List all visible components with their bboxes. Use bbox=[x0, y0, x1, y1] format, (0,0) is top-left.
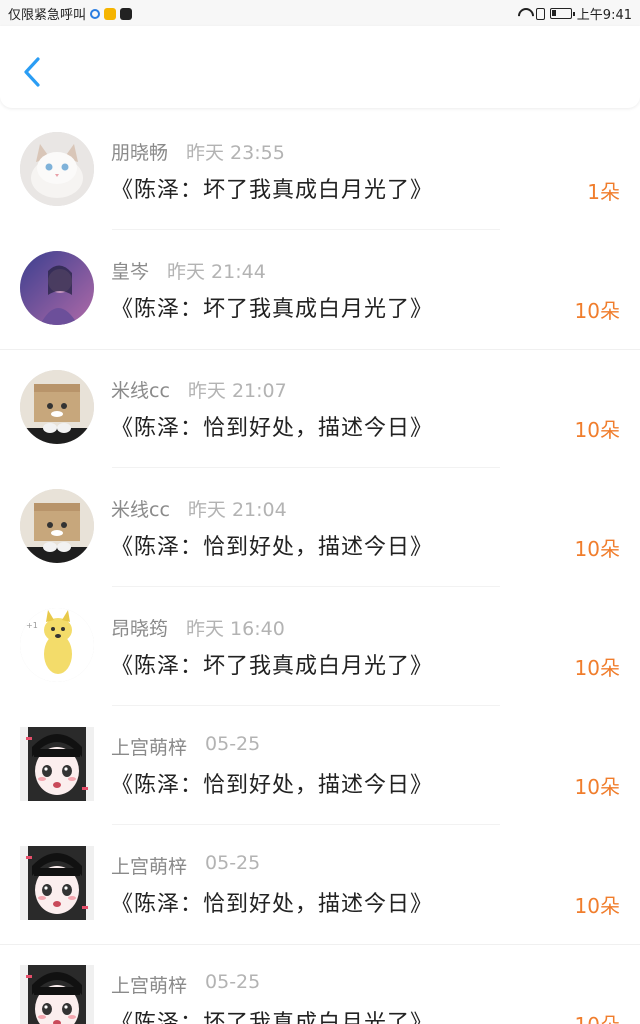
avatar[interactable] bbox=[20, 251, 94, 325]
gift-record-list: 朋晓畅 昨天 23:55 《陈泽：坏了我真成白月光了》 1朵皇岑 昨天 21:44 《陈泽… bbox=[0, 112, 640, 1024]
timestamp: 昨天 23:55 bbox=[186, 142, 285, 164]
timestamp: 昨天 21:44 bbox=[167, 261, 266, 283]
item-title[interactable]: 《陈泽：坏了我真成白月光了》 bbox=[111, 291, 433, 323]
item-title[interactable]: 《陈泽：恰到好处，描述今日》 bbox=[111, 886, 433, 918]
item-meta: 皇岑 昨天 21:44 bbox=[111, 257, 266, 284]
user-name[interactable]: 上宫萌梓 bbox=[111, 852, 187, 879]
item-meta: 上宫萌梓 05-25 bbox=[111, 971, 260, 998]
header bbox=[0, 26, 640, 108]
avatar[interactable] bbox=[20, 846, 94, 920]
flower-count: 10朵 bbox=[574, 775, 620, 799]
flower-count: 10朵 bbox=[574, 299, 620, 323]
item-meta: 上宫萌梓 05-25 bbox=[111, 852, 260, 879]
timestamp: 昨天 16:40 bbox=[186, 618, 285, 640]
app-notification-icon bbox=[120, 7, 133, 20]
timestamp: 05-25 bbox=[205, 733, 261, 755]
list-item[interactable]: 皇岑 昨天 21:44 《陈泽：坏了我真成白月光了》 10朵 bbox=[0, 231, 640, 350]
item-title[interactable]: 《陈泽：坏了我真成白月光了》 bbox=[111, 172, 433, 204]
user-name[interactable]: 米线cc bbox=[111, 376, 170, 403]
avatar[interactable]: +1 bbox=[20, 608, 94, 682]
item-title[interactable]: 《陈泽：恰到好处，描述今日》 bbox=[111, 410, 433, 442]
list-item[interactable]: 米线cc 昨天 21:04 《陈泽：恰到好处，描述今日》 10朵 bbox=[0, 469, 640, 588]
status-bar: 仅限紧急呼叫 上午9:41 bbox=[0, 0, 640, 26]
user-name[interactable]: 昂晓筠 bbox=[111, 614, 168, 641]
user-name[interactable]: 上宫萌梓 bbox=[111, 971, 187, 998]
user-name[interactable]: 朋晓畅 bbox=[111, 138, 168, 165]
sim-icon bbox=[535, 7, 545, 20]
location-icon bbox=[90, 8, 101, 19]
flower-count: 10朵 bbox=[574, 537, 620, 561]
list-item[interactable]: 上宫萌梓 05-25 《陈泽：恰到好处，描述今日》 10朵 bbox=[0, 826, 640, 945]
avatar[interactable] bbox=[20, 370, 94, 444]
item-meta: 米线cc 昨天 21:07 bbox=[111, 376, 287, 403]
battery-icon bbox=[549, 8, 575, 19]
list-item[interactable]: +1 昂晓筠 昨天 16:40 《陈泽：坏了我真成白月光了》 10朵 bbox=[0, 588, 640, 707]
item-title[interactable]: 《陈泽：坏了我真成白月光了》 bbox=[111, 648, 433, 680]
timestamp: 昨天 21:07 bbox=[187, 380, 287, 402]
svg-text:+1: +1 bbox=[26, 621, 38, 630]
flower-count: 10朵 bbox=[574, 894, 620, 918]
status-right: 上午9:41 bbox=[517, 4, 632, 23]
avatar[interactable] bbox=[20, 965, 94, 1024]
user-name[interactable]: 皇岑 bbox=[111, 257, 149, 284]
timestamp: 05-25 bbox=[205, 971, 261, 993]
chevron-left-icon bbox=[24, 57, 40, 87]
item-meta: 米线cc 昨天 21:04 bbox=[111, 495, 287, 522]
timestamp: 昨天 21:04 bbox=[187, 499, 287, 521]
item-meta: 昂晓筠 昨天 16:40 bbox=[111, 614, 285, 641]
list-item[interactable]: 上宫萌梓 05-25 《陈泽：恰到好处，描述今日》 10朵 bbox=[0, 707, 640, 826]
item-meta: 朋晓畅 昨天 23:55 bbox=[111, 138, 285, 165]
avatar[interactable] bbox=[20, 489, 94, 563]
carrier-text: 仅限紧急呼叫 bbox=[8, 8, 87, 23]
flower-count: 1朵 bbox=[587, 180, 620, 204]
list-item[interactable]: 上宫萌梓 05-25 《陈泽：坏了我真成白月光了》 10朵 bbox=[0, 945, 640, 1024]
clock-text: 上午9:41 bbox=[576, 8, 632, 23]
user-name[interactable]: 上宫萌梓 bbox=[111, 733, 187, 760]
battery-fill bbox=[551, 10, 556, 16]
item-title[interactable]: 《陈泽：恰到好处，描述今日》 bbox=[111, 767, 433, 799]
list-item[interactable]: 米线cc 昨天 21:07 《陈泽：恰到好处，描述今日》 10朵 bbox=[0, 350, 640, 469]
item-meta: 上宫萌梓 05-25 bbox=[111, 733, 260, 760]
wifi-icon bbox=[517, 8, 531, 19]
back-button[interactable] bbox=[18, 54, 48, 90]
item-title[interactable]: 《陈泽：坏了我真成白月光了》 bbox=[111, 1005, 433, 1024]
flower-count: 10朵 bbox=[575, 1009, 620, 1024]
item-title[interactable]: 《陈泽：恰到好处，描述今日》 bbox=[111, 529, 433, 561]
mail-icon bbox=[104, 7, 117, 20]
avatar[interactable] bbox=[20, 132, 94, 206]
avatar[interactable] bbox=[20, 727, 94, 801]
flower-count: 10朵 bbox=[574, 418, 620, 442]
timestamp: 05-25 bbox=[205, 852, 261, 874]
user-name[interactable]: 米线cc bbox=[111, 495, 170, 522]
flower-count: 10朵 bbox=[574, 656, 620, 680]
status-left: 仅限紧急呼叫 bbox=[8, 4, 133, 23]
list-item[interactable]: 朋晓畅 昨天 23:55 《陈泽：坏了我真成白月光了》 1朵 bbox=[0, 112, 640, 231]
